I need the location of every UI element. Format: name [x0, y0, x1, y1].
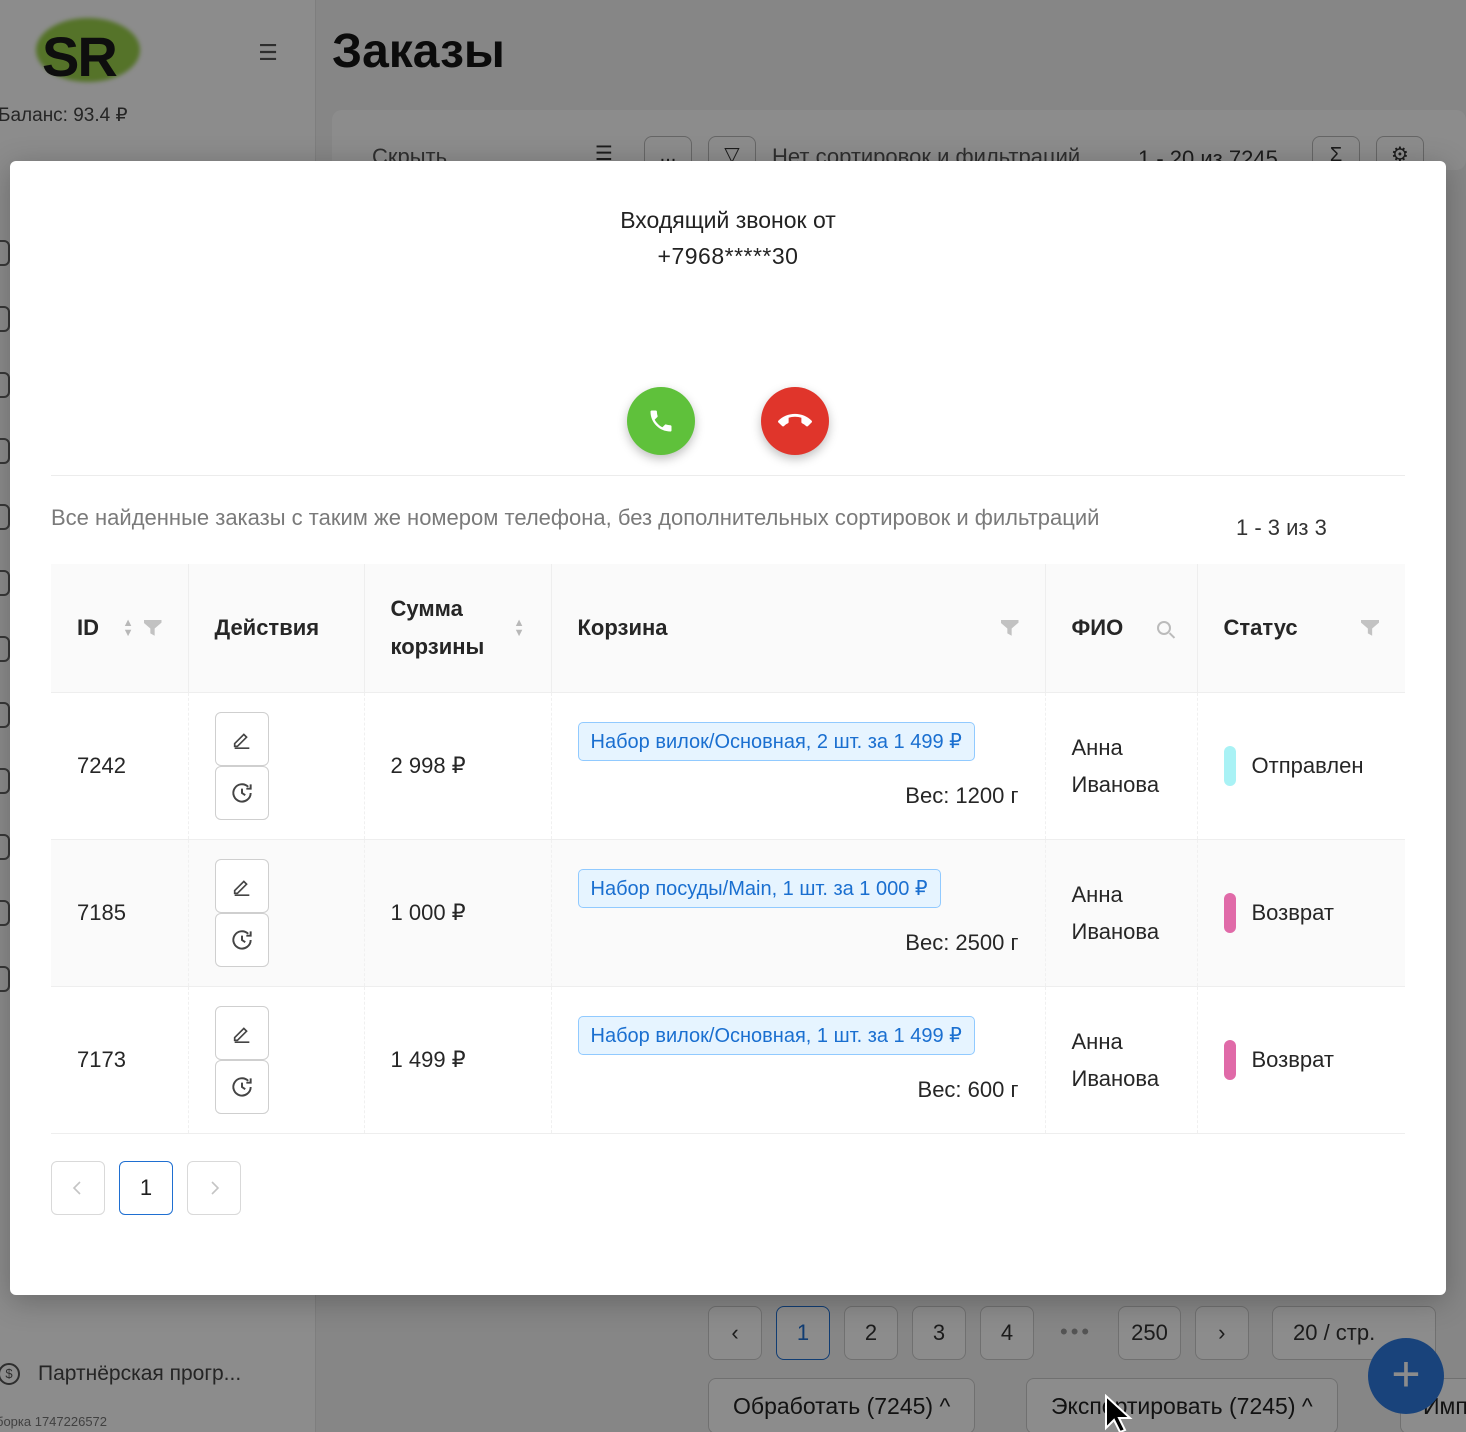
- table-row: 7185 1 000 ₽ Набор посуды/Main, 1 шт. за…: [51, 839, 1405, 987]
- decline-call-button[interactable]: [761, 387, 829, 455]
- status-cell: Возврат: [1197, 839, 1405, 987]
- column-header-cart[interactable]: Корзина: [551, 564, 1046, 693]
- column-header-status[interactable]: Статус: [1197, 564, 1405, 693]
- filter-icon[interactable]: [143, 619, 162, 636]
- sort-icon[interactable]: ▲ ▼: [123, 617, 134, 638]
- orders-pagination: 1: [51, 1161, 241, 1215]
- history-button[interactable]: [214, 912, 269, 967]
- pencil-icon: [233, 879, 249, 896]
- edit-button[interactable]: [214, 711, 269, 766]
- orders-table: ID ▲ ▼ Действия Сумма корзины ▲ ▼ Корзин…: [51, 564, 1405, 1134]
- actions-cell: [188, 839, 365, 987]
- history-icon: [231, 1076, 252, 1097]
- cart-sum: 1 499 ₽: [364, 986, 552, 1134]
- customer-name: Анна Иванова: [1045, 692, 1198, 840]
- chevron-right-icon: [211, 1181, 220, 1195]
- status-label: Возврат: [1251, 1046, 1335, 1072]
- search-icon[interactable]: [1156, 620, 1171, 635]
- chevron-left-icon: [72, 1181, 81, 1195]
- cart-item-tag[interactable]: Набор посуды/Main, 1 шт. за 1 000 ₽: [577, 869, 941, 908]
- cart-cell: Набор вилок/Основная, 1 шт. за 1 499 ₽ В…: [551, 986, 1046, 1134]
- next-page-button[interactable]: [187, 1161, 241, 1215]
- status-indicator: [1223, 745, 1236, 786]
- table-header-row: ID ▲ ▼ Действия Сумма корзины ▲ ▼ Корзин…: [51, 564, 1405, 693]
- cart-sum: 2 998 ₽: [364, 692, 552, 840]
- status-indicator: [1223, 1039, 1236, 1080]
- pencil-icon: [233, 1026, 249, 1043]
- column-header-actions: Действия: [188, 564, 365, 693]
- cart-weight: Вес: 600 г: [917, 1077, 1019, 1102]
- cart-weight: Вес: 2500 г: [905, 930, 1019, 955]
- cart-item-tag[interactable]: Набор вилок/Основная, 2 шт. за 1 499 ₽: [577, 722, 975, 761]
- history-button[interactable]: [214, 1059, 269, 1114]
- filter-icon[interactable]: [1361, 619, 1379, 636]
- actions-cell: [188, 692, 365, 840]
- cart-sum: 1 000 ₽: [364, 839, 552, 987]
- column-header-id[interactable]: ID ▲ ▼: [51, 564, 189, 693]
- sort-icon[interactable]: ▲ ▼: [514, 617, 525, 638]
- accept-call-button[interactable]: [627, 387, 695, 455]
- status-label: Отправлен: [1251, 752, 1364, 778]
- order-id: 7173: [51, 986, 189, 1134]
- status-indicator: [1223, 892, 1236, 933]
- customer-name: Анна Иванова: [1045, 986, 1198, 1134]
- filter-icon[interactable]: [1000, 619, 1019, 636]
- column-header-sum[interactable]: Сумма корзины ▲ ▼: [364, 564, 552, 693]
- divider: [51, 475, 1405, 476]
- cart-item-tag[interactable]: Набор вилок/Основная, 1 шт. за 1 499 ₽: [577, 1016, 975, 1055]
- prev-page-button[interactable]: [51, 1161, 105, 1215]
- history-icon: [231, 782, 252, 803]
- caller-phone: +7968*****30: [657, 243, 799, 269]
- page-button[interactable]: 1: [119, 1161, 173, 1215]
- cart-cell: Набор вилок/Основная, 2 шт. за 1 499 ₽ В…: [551, 692, 1046, 840]
- history-button[interactable]: [214, 765, 269, 820]
- order-id: 7185: [51, 839, 189, 987]
- customer-name: Анна Иванова: [1045, 839, 1198, 987]
- history-icon: [231, 929, 252, 950]
- status-label: Возврат: [1251, 899, 1335, 925]
- status-cell: Отправлен: [1197, 692, 1405, 840]
- actions-cell: [188, 986, 365, 1134]
- incoming-call-modal: Входящий звонок от +7968*****30 Все найд…: [10, 161, 1446, 1295]
- orders-count: 1 - 3 из 3: [1236, 515, 1327, 540]
- hang-up-icon: [778, 413, 812, 427]
- edit-button[interactable]: [214, 1005, 269, 1060]
- cart-cell: Набор посуды/Main, 1 шт. за 1 000 ₽ Вес:…: [551, 839, 1046, 987]
- phone-icon: [650, 410, 672, 432]
- table-row: 7242 2 998 ₽ Набор вилок/Основная, 2 шт.…: [51, 692, 1405, 840]
- order-id: 7242: [51, 692, 189, 840]
- mouse-cursor-icon: [1105, 1394, 1133, 1432]
- cart-weight: Вес: 1200 г: [905, 783, 1019, 808]
- edit-button[interactable]: [214, 858, 269, 913]
- orders-description: Все найденные заказы с таким же номером …: [51, 505, 1100, 530]
- pencil-icon: [233, 732, 249, 749]
- call-title: Входящий звонок от: [620, 207, 836, 233]
- status-cell: Возврат: [1197, 986, 1405, 1134]
- table-row: 7173 1 499 ₽ Набор вилок/Основная, 1 шт.…: [51, 986, 1405, 1134]
- column-header-fio[interactable]: ФИО: [1045, 564, 1198, 693]
